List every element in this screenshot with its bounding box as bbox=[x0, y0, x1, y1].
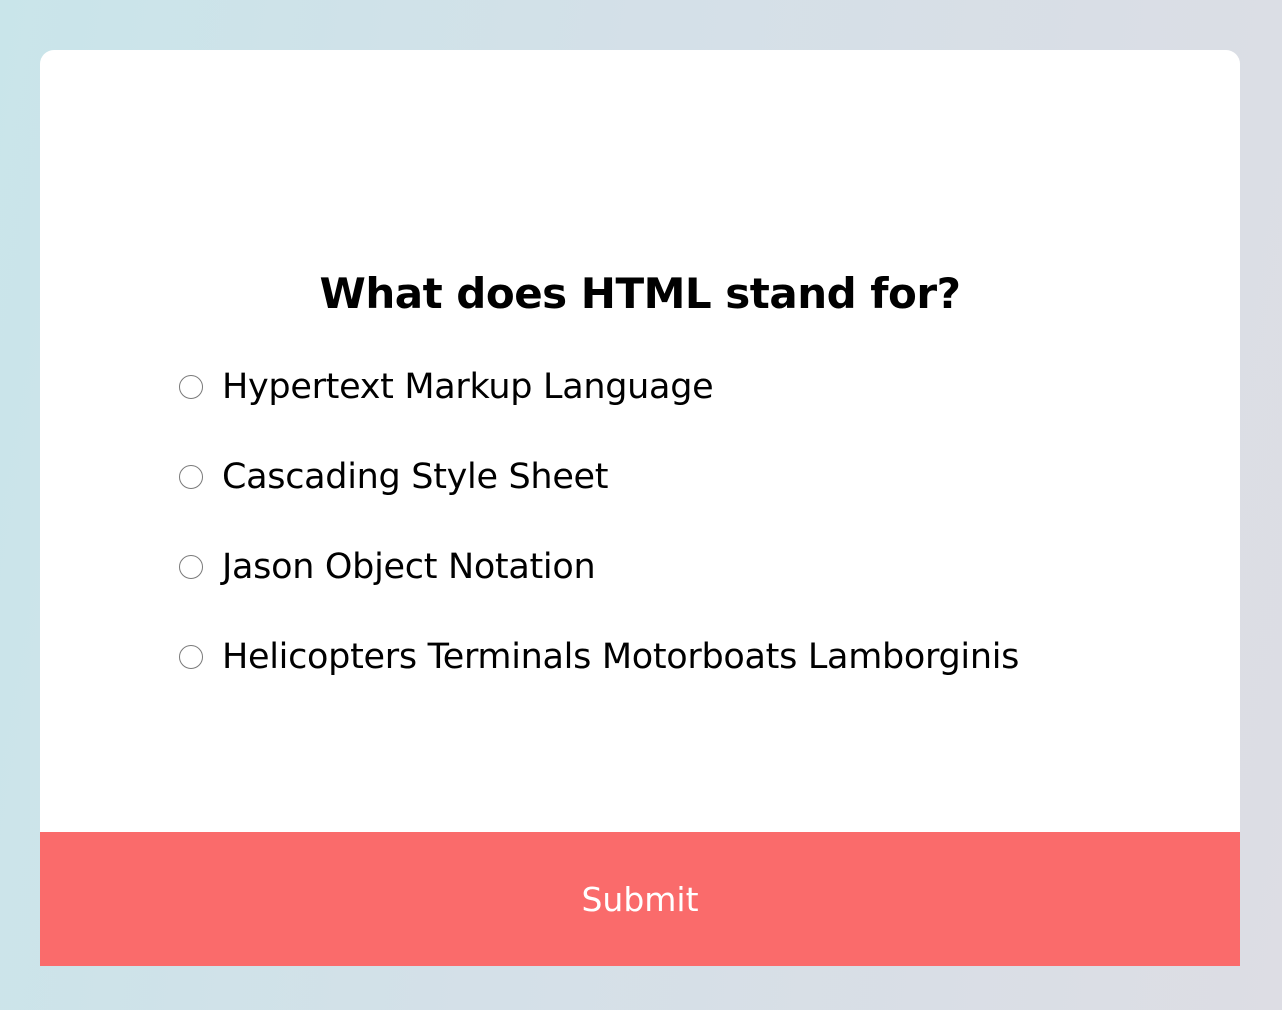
question-title: What does HTML stand for? bbox=[319, 269, 961, 318]
answer-label-4[interactable]: Helicopters Terminals Motorboats Lamborg… bbox=[177, 637, 1019, 677]
answer-list: Hypertext Markup Language Cascading Styl… bbox=[177, 342, 1019, 702]
answer-label-3[interactable]: Jason Object Notation bbox=[177, 547, 596, 587]
answer-option-4: Helicopters Terminals Motorboats Lamborg… bbox=[177, 612, 1019, 702]
answer-option-2: Cascading Style Sheet bbox=[177, 432, 1019, 522]
answer-radio-1[interactable] bbox=[179, 375, 203, 399]
answer-radio-4[interactable] bbox=[179, 645, 203, 669]
submit-button[interactable]: Submit bbox=[40, 832, 1240, 966]
answer-text-2: Cascading Style Sheet bbox=[222, 457, 609, 497]
answer-text-4: Helicopters Terminals Motorboats Lamborg… bbox=[222, 637, 1020, 677]
answer-label-2[interactable]: Cascading Style Sheet bbox=[177, 457, 609, 497]
answer-text-3: Jason Object Notation bbox=[222, 547, 596, 587]
quiz-card: What does HTML stand for? Hypertext Mark… bbox=[40, 50, 1240, 966]
answer-label-1[interactable]: Hypertext Markup Language bbox=[177, 367, 714, 407]
answer-option-1: Hypertext Markup Language bbox=[177, 342, 1019, 432]
answer-radio-2[interactable] bbox=[179, 465, 203, 489]
answer-option-3: Jason Object Notation bbox=[177, 522, 1019, 612]
answer-radio-3[interactable] bbox=[179, 555, 203, 579]
answer-text-1: Hypertext Markup Language bbox=[222, 367, 714, 407]
